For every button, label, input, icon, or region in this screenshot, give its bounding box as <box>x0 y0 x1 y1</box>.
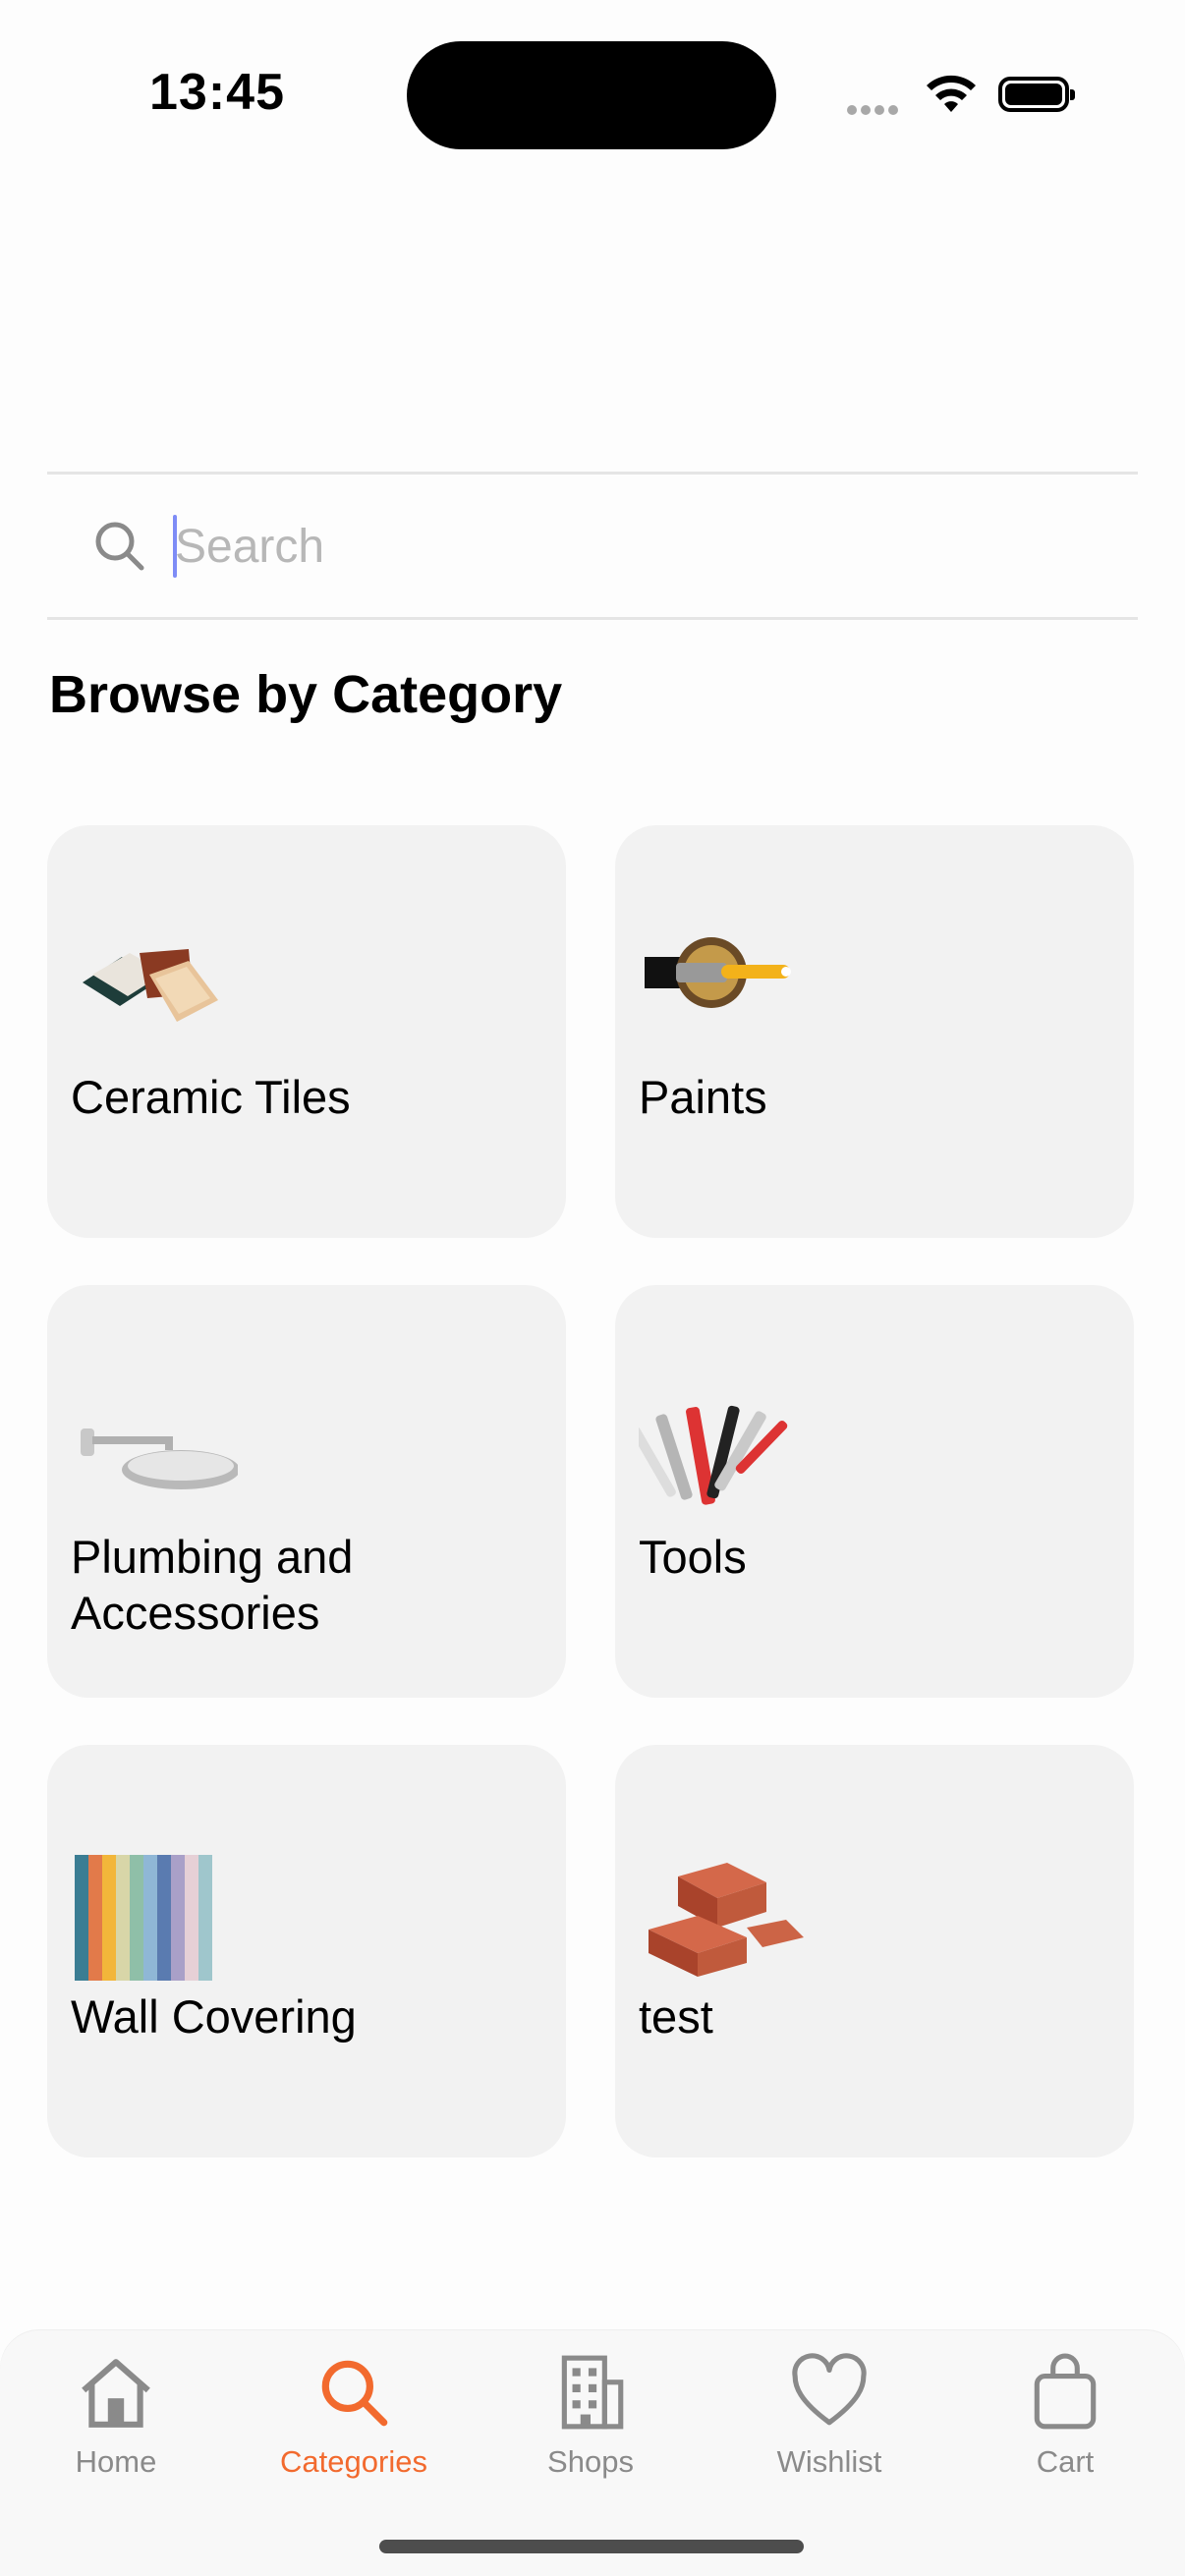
tab-categories[interactable]: Categories <box>246 2352 462 2499</box>
shower-head-icon <box>81 1428 238 1489</box>
home-indicator <box>379 2540 804 2553</box>
tab-home[interactable]: Home <box>8 2352 224 2499</box>
search-input[interactable] <box>175 519 1059 574</box>
cellular-signal-icon <box>847 102 902 120</box>
dynamic-island <box>407 41 776 149</box>
category-card-wall-covering[interactable]: Wall Covering <box>47 1745 566 2157</box>
category-label: Paints <box>639 1071 767 1123</box>
category-label: Plumbing and Accessories <box>71 1531 354 1639</box>
section-title: Browse by Category <box>49 665 563 724</box>
tab-label: Categories <box>280 2444 427 2479</box>
paint-brush-icon <box>645 937 791 1008</box>
tab-label: Wishlist <box>776 2444 882 2479</box>
search-divider-bottom <box>47 617 1138 620</box>
tab-wishlist[interactable]: Wishlist <box>721 2352 937 2499</box>
battery-icon <box>998 77 1075 112</box>
tab-label: Shops <box>547 2444 634 2479</box>
category-card-ceramic-tiles[interactable]: Ceramic Tiles <box>47 825 566 1238</box>
building-icon <box>561 2355 624 2430</box>
ceramic-tiles-icon <box>83 949 218 1022</box>
bricks-icon <box>649 1863 804 1977</box>
search-icon <box>321 2360 388 2427</box>
category-card-paints[interactable]: Paints <box>615 825 1134 1238</box>
search-bar[interactable] <box>47 474 1138 619</box>
category-label: test <box>639 1990 713 2043</box>
tab-label: Cart <box>1036 2444 1095 2479</box>
wall-covering-icon <box>75 1855 212 1981</box>
bag-icon <box>1034 2353 1097 2430</box>
category-card-test[interactable]: test <box>615 1745 1134 2157</box>
category-card-plumbing[interactable]: Plumbing and Accessories <box>47 1285 566 1698</box>
heart-icon <box>792 2353 867 2426</box>
home-icon <box>82 2359 150 2428</box>
tab-label: Home <box>75 2444 157 2479</box>
search-icon <box>95 522 144 571</box>
category-label: Ceramic Tiles <box>71 1071 351 1123</box>
wifi-icon <box>927 75 976 112</box>
category-label: Tools <box>639 1531 747 1583</box>
category-label: Wall Covering <box>71 1990 357 2043</box>
tools-icon <box>639 1405 788 1505</box>
tab-cart[interactable]: Cart <box>957 2352 1173 2499</box>
category-card-tools[interactable]: Tools <box>615 1285 1134 1698</box>
status-time: 13:45 <box>149 64 285 121</box>
tab-shops[interactable]: Shops <box>482 2352 699 2499</box>
